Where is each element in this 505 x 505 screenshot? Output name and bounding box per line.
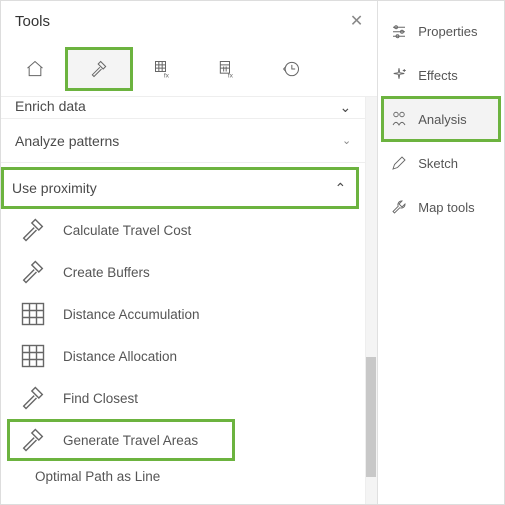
- right-properties[interactable]: Properties: [378, 9, 504, 53]
- wrench-icon: [390, 198, 408, 216]
- svg-text:fx: fx: [228, 72, 234, 79]
- right-item-label: Properties: [418, 24, 477, 39]
- history-icon: [281, 59, 301, 79]
- tool-calculate-travel-cost[interactable]: Calculate Travel Cost: [1, 209, 365, 251]
- right-item-label: Effects: [418, 68, 458, 83]
- category-label: Analyze patterns: [15, 133, 119, 149]
- pencil-icon: [390, 154, 408, 172]
- right-analysis[interactable]: Analysis: [382, 97, 500, 141]
- hammer-icon: [19, 216, 47, 244]
- tab-raster-fx[interactable]: fx: [131, 49, 195, 89]
- hammer-icon: [89, 59, 109, 79]
- grid-icon: [19, 342, 47, 370]
- chevron-down-icon: ⌄: [342, 134, 351, 147]
- hammer-icon: [19, 258, 47, 286]
- right-sketch[interactable]: Sketch: [378, 141, 504, 185]
- chevron-up-icon: ⌃: [335, 180, 347, 197]
- right-map-tools[interactable]: Map tools: [378, 185, 504, 229]
- tool-create-buffers[interactable]: Create Buffers: [1, 251, 365, 293]
- category-use-proximity[interactable]: Use proximity ⌃: [1, 167, 359, 209]
- chevron-down-icon: ⌄: [340, 99, 352, 116]
- tool-find-closest[interactable]: Find Closest: [1, 377, 365, 419]
- category-label: Enrich data: [15, 98, 86, 114]
- tab-bar: fx fx: [1, 41, 377, 97]
- sliders-icon: [390, 22, 408, 40]
- right-item-label: Analysis: [418, 112, 466, 127]
- right-toolbar: Properties Effects Analysis Sketch Map t…: [378, 1, 504, 504]
- right-item-label: Sketch: [418, 156, 458, 171]
- tool-label: Distance Accumulation: [63, 307, 200, 322]
- grid-fx-icon: fx: [153, 59, 173, 79]
- tool-label: Calculate Travel Cost: [63, 223, 191, 238]
- hammer-icon: [19, 384, 47, 412]
- tool-label: Distance Allocation: [63, 349, 177, 364]
- tool-generate-travel-areas[interactable]: Generate Travel Areas: [7, 419, 235, 461]
- tool-label: Create Buffers: [63, 265, 150, 280]
- tool-label: Generate Travel Areas: [63, 433, 198, 448]
- sparkle-icon: [390, 66, 408, 84]
- category-analyze-patterns[interactable]: Analyze patterns ⌄: [1, 119, 365, 163]
- right-item-label: Map tools: [418, 200, 474, 215]
- calc-fx-icon: fx: [217, 59, 237, 79]
- tab-history[interactable]: [259, 49, 323, 89]
- close-icon[interactable]: ✕: [350, 11, 363, 31]
- tab-home[interactable]: [3, 49, 67, 89]
- tool-optimal-path-as-line[interactable]: Optimal Path as Line: [1, 461, 365, 491]
- scrollbar[interactable]: [365, 97, 377, 504]
- tool-label: Optimal Path as Line: [35, 469, 160, 484]
- hammer-icon: [19, 426, 47, 454]
- analysis-icon: [390, 110, 408, 128]
- grid-icon: [19, 300, 47, 328]
- scrollbar-thumb[interactable]: [366, 357, 376, 477]
- tab-tools[interactable]: [67, 49, 131, 89]
- right-effects[interactable]: Effects: [378, 53, 504, 97]
- svg-text:fx: fx: [164, 72, 170, 79]
- page-title: Tools: [15, 13, 50, 30]
- tool-distance-allocation[interactable]: Distance Allocation: [1, 335, 365, 377]
- home-icon: [25, 59, 45, 79]
- category-label: Use proximity: [12, 180, 97, 196]
- tool-label: Find Closest: [63, 391, 138, 406]
- tool-distance-accumulation[interactable]: Distance Accumulation: [1, 293, 365, 335]
- category-enrich-data[interactable]: Enrich data ⌄: [1, 97, 365, 119]
- tab-calc-fx[interactable]: fx: [195, 49, 259, 89]
